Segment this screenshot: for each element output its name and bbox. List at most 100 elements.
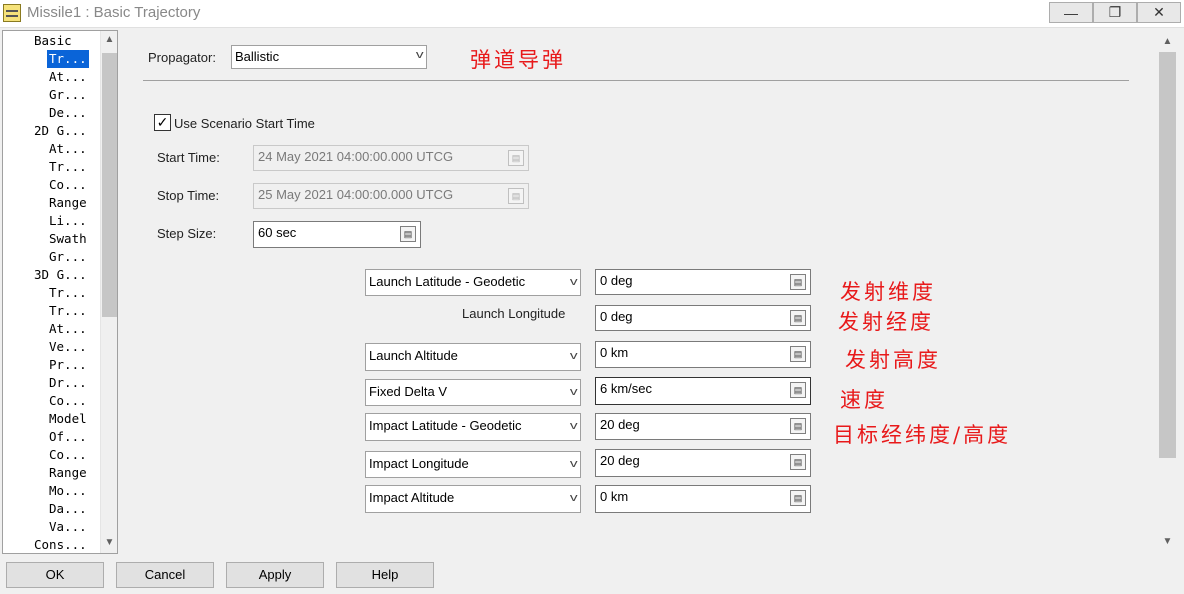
- tree-item[interactable]: Va...: [47, 518, 89, 536]
- tree-item[interactable]: Mo...: [47, 482, 89, 500]
- impact-latitude-field[interactable]: 20 deg ▤: [595, 413, 811, 440]
- unit-selector-icon: ▤: [508, 150, 524, 166]
- cancel-button[interactable]: Cancel: [116, 562, 214, 588]
- launch-latitude-value: 0 deg: [600, 273, 633, 288]
- close-button[interactable]: ✕: [1137, 2, 1181, 23]
- tree-item[interactable]: Ve...: [47, 338, 89, 356]
- chevron-down-icon: v: [569, 386, 578, 398]
- propagator-value: Ballistic: [235, 49, 280, 64]
- tree-item[interactable]: Of...: [47, 428, 89, 446]
- step-size-field[interactable]: 60 sec ▤: [253, 221, 421, 248]
- properties-tree: Basic Tr... At... Gr... De... 2D G... At... Tr.…: [2, 30, 118, 554]
- title-bar: Missile1 : Basic Trajectory — ❐ ✕: [0, 0, 1184, 28]
- tree-item[interactable]: Tr...: [47, 50, 89, 68]
- minimize-button[interactable]: —: [1049, 2, 1093, 23]
- launch-longitude-value: 0 deg: [600, 309, 633, 324]
- tree-item[interactable]: Dr...: [47, 374, 89, 392]
- tree-item[interactable]: Range: [47, 194, 89, 212]
- unit-selector-icon[interactable]: ▤: [790, 274, 806, 290]
- tree-scroll-thumb[interactable]: [102, 53, 117, 317]
- annotation-speed: 速度: [840, 388, 888, 412]
- maximize-button[interactable]: ❐: [1093, 2, 1137, 23]
- impact-longitude-label: Impact Longitude: [369, 456, 469, 471]
- tree-item[interactable]: De...: [47, 104, 89, 122]
- scroll-up-icon[interactable]: ▲: [1159, 36, 1176, 47]
- unit-selector-icon: ▤: [508, 188, 524, 204]
- chevron-down-icon: v: [569, 350, 578, 362]
- start-time-label: Start Time:: [157, 150, 220, 165]
- delta-v-value: 6 km/sec: [600, 381, 653, 396]
- tree-item[interactable]: Range: [47, 464, 89, 482]
- tree-item[interactable]: At...: [47, 68, 89, 86]
- tree-item[interactable]: Co...: [47, 176, 89, 194]
- tree-item[interactable]: 2D G...: [32, 122, 89, 140]
- impact-latitude-label: Impact Latitude - Geodetic: [369, 418, 522, 433]
- annotation-launch-latitude: 发射维度: [840, 280, 936, 304]
- tree-item[interactable]: At...: [47, 320, 89, 338]
- app-notepad-icon: [3, 4, 21, 22]
- annotation-ballistic: 弹道导弹: [470, 48, 566, 72]
- tree-item[interactable]: Co...: [47, 446, 89, 464]
- use-scenario-checkbox[interactable]: ✓: [154, 114, 171, 131]
- main-scrollbar[interactable]: ▲ ▼: [1157, 30, 1177, 554]
- launch-latitude-field[interactable]: 0 deg ▤: [595, 269, 811, 295]
- launch-altitude-select[interactable]: Launch Altitude v: [365, 343, 581, 371]
- start-time-field: 24 May 2021 04:00:00.000 UTCG ▤: [253, 145, 529, 171]
- tree-item[interactable]: Co...: [47, 392, 89, 410]
- step-size-label: Step Size:: [157, 226, 217, 241]
- ok-button[interactable]: OK: [6, 562, 104, 588]
- launch-altitude-field[interactable]: 0 km ▤: [595, 341, 811, 368]
- unit-selector-icon[interactable]: ▤: [790, 490, 806, 506]
- tree-item[interactable]: Pr...: [47, 356, 89, 374]
- unit-selector-icon[interactable]: ▤: [400, 226, 416, 242]
- start-time-value: 24 May 2021 04:00:00.000 UTCG: [258, 149, 454, 164]
- launch-longitude-field[interactable]: 0 deg ▤: [595, 305, 811, 331]
- tree-item[interactable]: Cons...: [32, 536, 89, 553]
- chevron-down-icon: v: [415, 49, 424, 61]
- unit-selector-icon[interactable]: ▤: [790, 454, 806, 470]
- main-scroll-thumb[interactable]: [1159, 52, 1176, 458]
- impact-longitude-select[interactable]: Impact Longitude v: [365, 451, 581, 478]
- help-button[interactable]: Help: [336, 562, 434, 588]
- check-icon: ✓: [156, 114, 169, 130]
- tree-item[interactable]: Li...: [47, 212, 89, 230]
- delta-v-field[interactable]: 6 km/sec ▤: [595, 377, 811, 405]
- tree-item[interactable]: At...: [47, 140, 89, 158]
- annotation-target: 目标经纬度/高度: [833, 423, 1012, 447]
- unit-selector-icon[interactable]: ▤: [790, 310, 806, 326]
- tree-item[interactable]: 3D G...: [32, 266, 89, 284]
- unit-selector-icon[interactable]: ▤: [790, 418, 806, 434]
- tree-scrollbar[interactable]: ▲ ▼: [100, 31, 117, 553]
- tree-item[interactable]: Tr...: [47, 158, 89, 176]
- unit-selector-icon[interactable]: ▤: [790, 346, 806, 362]
- tree-item[interactable]: Basic: [32, 32, 74, 50]
- tree-item[interactable]: Gr...: [47, 86, 89, 104]
- launch-altitude-label: Launch Altitude: [369, 348, 458, 363]
- scroll-down-icon[interactable]: ▼: [101, 537, 117, 548]
- chevron-down-icon: v: [569, 276, 578, 288]
- separator: [143, 80, 1129, 81]
- unit-selector-icon[interactable]: ▤: [790, 382, 806, 398]
- delta-v-select[interactable]: Fixed Delta V v: [365, 379, 581, 406]
- impact-altitude-field[interactable]: 0 km ▤: [595, 485, 811, 513]
- impact-altitude-select[interactable]: Impact Altitude v: [365, 485, 581, 513]
- tree-item[interactable]: Model: [47, 410, 89, 428]
- tree-item[interactable]: Gr...: [47, 248, 89, 266]
- scroll-down-icon[interactable]: ▼: [1159, 536, 1176, 547]
- annotation-launch-longitude: 发射经度: [838, 310, 934, 334]
- stop-time-value: 25 May 2021 04:00:00.000 UTCG: [258, 187, 454, 202]
- launch-latitude-select[interactable]: Launch Latitude - Geodetic v: [365, 269, 581, 296]
- annotation-launch-altitude: 发射高度: [845, 348, 941, 372]
- launch-altitude-value: 0 km: [600, 345, 629, 360]
- scroll-up-icon[interactable]: ▲: [101, 34, 117, 45]
- propagator-select[interactable]: Ballistic v: [231, 45, 427, 69]
- chevron-down-icon: v: [569, 420, 578, 432]
- tree-item[interactable]: Swath: [47, 230, 89, 248]
- tree-item[interactable]: Tr...: [47, 302, 89, 320]
- impact-latitude-select[interactable]: Impact Latitude - Geodetic v: [365, 413, 581, 441]
- impact-longitude-field[interactable]: 20 deg ▤: [595, 449, 811, 477]
- impact-altitude-label: Impact Altitude: [369, 490, 455, 505]
- tree-item[interactable]: Tr...: [47, 284, 89, 302]
- apply-button[interactable]: Apply: [226, 562, 324, 588]
- tree-item[interactable]: Da...: [47, 500, 89, 518]
